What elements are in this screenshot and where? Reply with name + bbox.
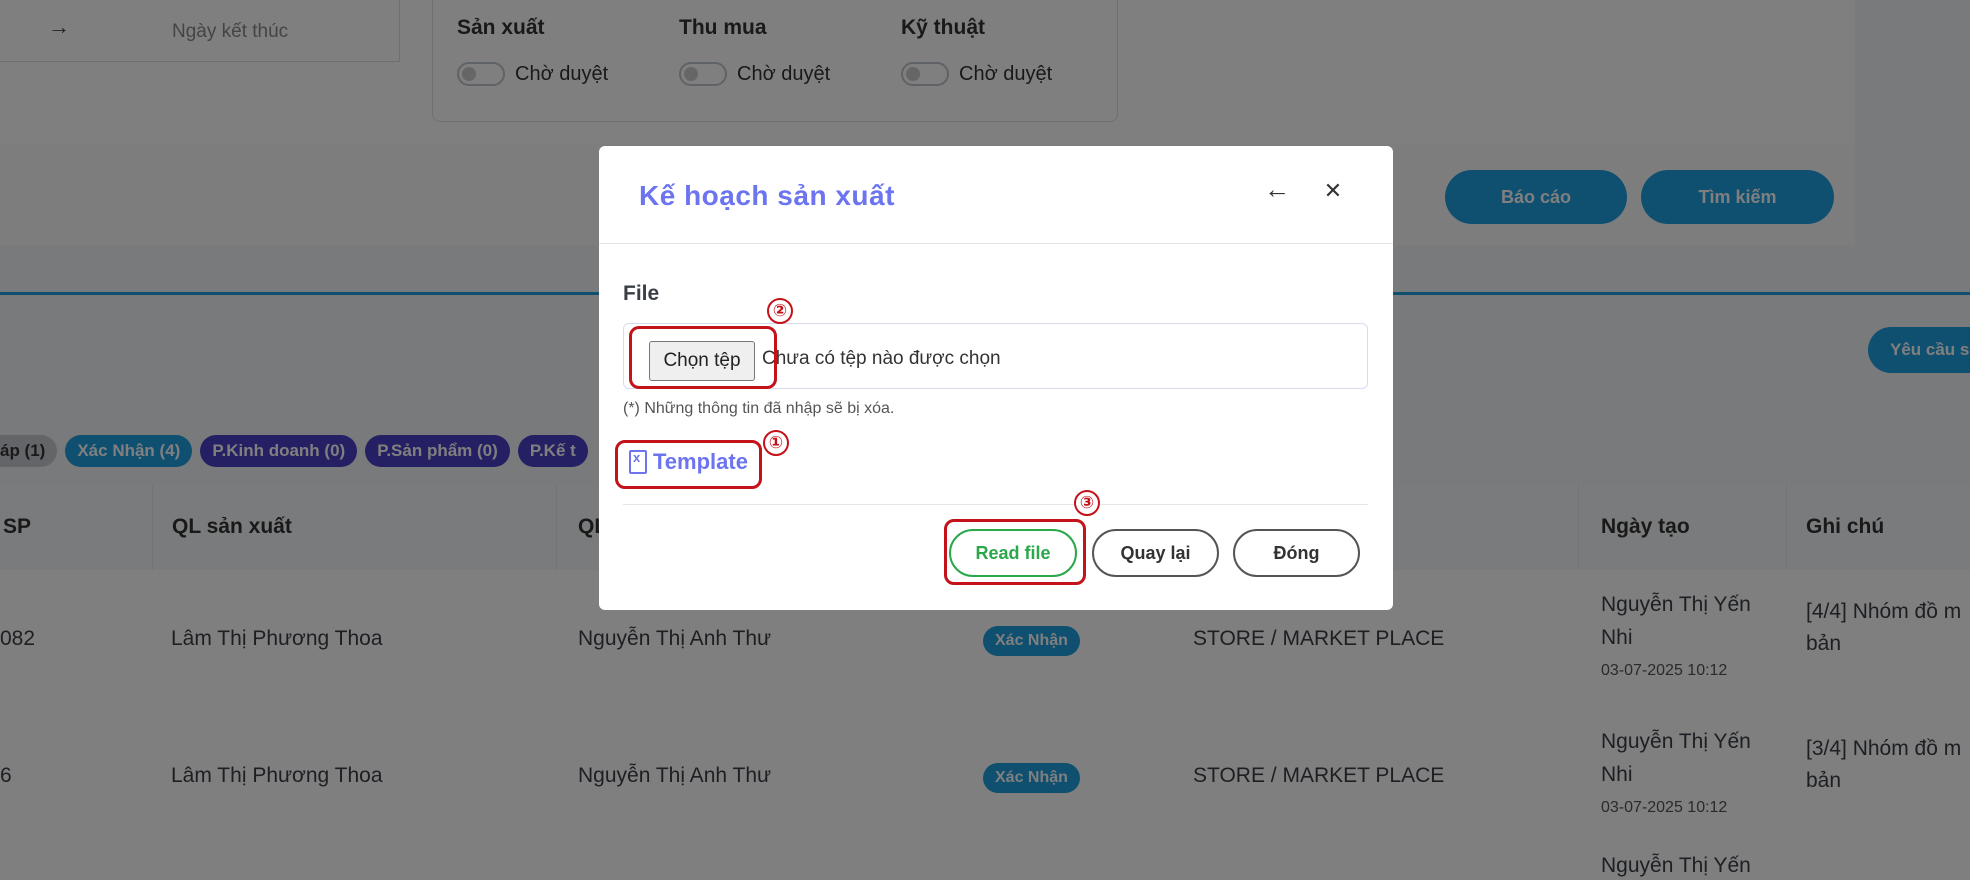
modal-title: Kế hoạch sản xuất [639,180,895,211]
page: → Ngày kết thúc Sản xuất Chờ duyệt Thu m… [0,0,1970,884]
annotation-box-read-file [944,519,1086,585]
back-button[interactable]: Quay lại [1092,529,1219,577]
annotation-number-3: ③ [1074,490,1100,516]
modal-divider [623,504,1368,505]
annotation-number-2: ② [767,298,793,324]
file-label: File [623,282,660,305]
no-file-text: Chưa có tệp nào được chọn [762,348,1001,369]
modal-header: Kế hoạch sản xuất ← ✕ [599,146,1393,244]
warning-note: (*) Những thông tin đã nhập sẽ bị xóa. [623,400,895,417]
annotation-number-1: ① [763,430,789,456]
annotation-box-template [615,440,762,489]
close-icon[interactable]: ✕ [1318,178,1348,204]
close-button[interactable]: Đóng [1233,529,1360,577]
annotation-box-choose-file [629,326,777,389]
back-arrow-icon[interactable]: ← [1262,174,1292,205]
